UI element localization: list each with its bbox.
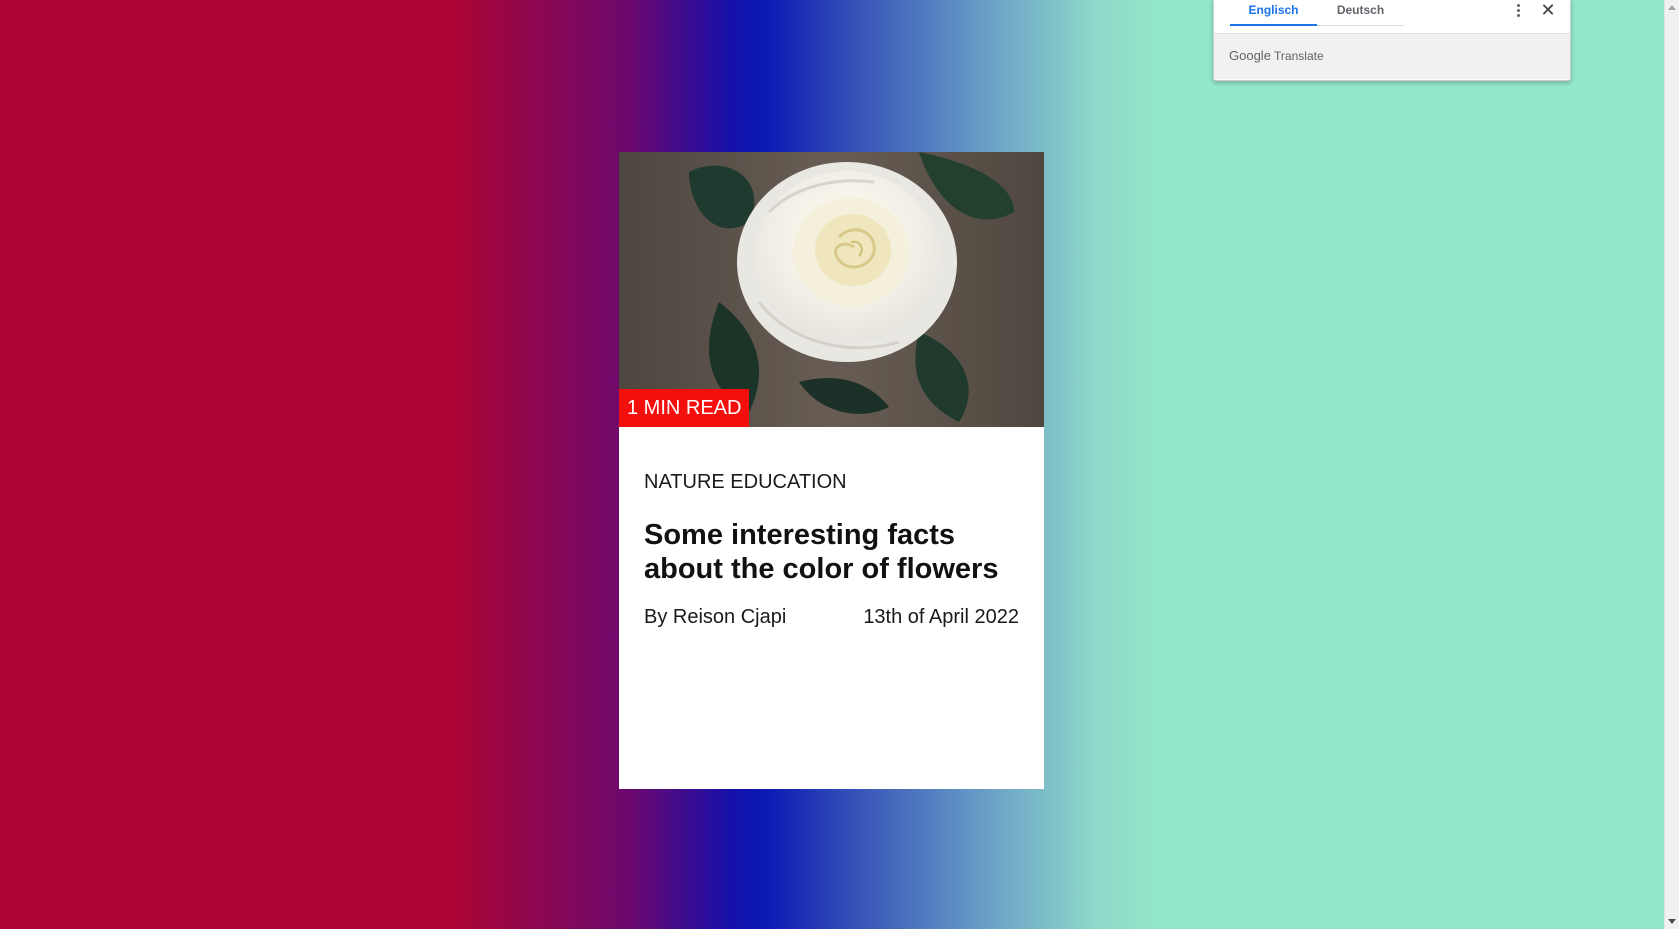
google-translate-popup: Englisch Deutsch ✕ Google Translate xyxy=(1213,0,1571,81)
card-body: NATURE EDUCATION Some interesting facts … xyxy=(619,427,1044,629)
google-translate-logo: Google Translate xyxy=(1229,48,1324,63)
tab-englisch[interactable]: Englisch xyxy=(1230,0,1317,26)
article-author: By Reison Cjapi xyxy=(644,606,787,628)
scroll-up-arrow[interactable] xyxy=(1668,5,1676,10)
article-date: 13th of April 2022 xyxy=(863,606,1019,628)
read-time-badge: 1 MIN READ xyxy=(619,389,750,427)
translate-footer: Google Translate xyxy=(1214,33,1570,79)
close-icon[interactable]: ✕ xyxy=(1539,1,1557,19)
brand-google: Google xyxy=(1229,48,1271,63)
tab-deutsch[interactable]: Deutsch xyxy=(1317,0,1404,25)
article-meta: By Reison Cjapi 13th of April 2022 xyxy=(644,605,1019,629)
vertical-scrollbar[interactable] xyxy=(1664,0,1679,929)
article-card[interactable]: 1 MIN READ NATURE EDUCATION Some interes… xyxy=(619,152,1044,789)
page-background: 1 MIN READ NATURE EDUCATION Some interes… xyxy=(0,0,1664,929)
more-vert-icon[interactable] xyxy=(1510,1,1526,21)
rose-image xyxy=(619,152,1044,427)
article-category: NATURE EDUCATION xyxy=(644,471,847,493)
article-title[interactable]: Some interesting facts about the color o… xyxy=(644,518,1019,586)
scroll-down-arrow[interactable] xyxy=(1668,919,1676,924)
brand-translate: Translate xyxy=(1274,49,1324,63)
card-image: 1 MIN READ xyxy=(619,152,1044,427)
language-tabs: Englisch Deutsch xyxy=(1230,0,1404,26)
